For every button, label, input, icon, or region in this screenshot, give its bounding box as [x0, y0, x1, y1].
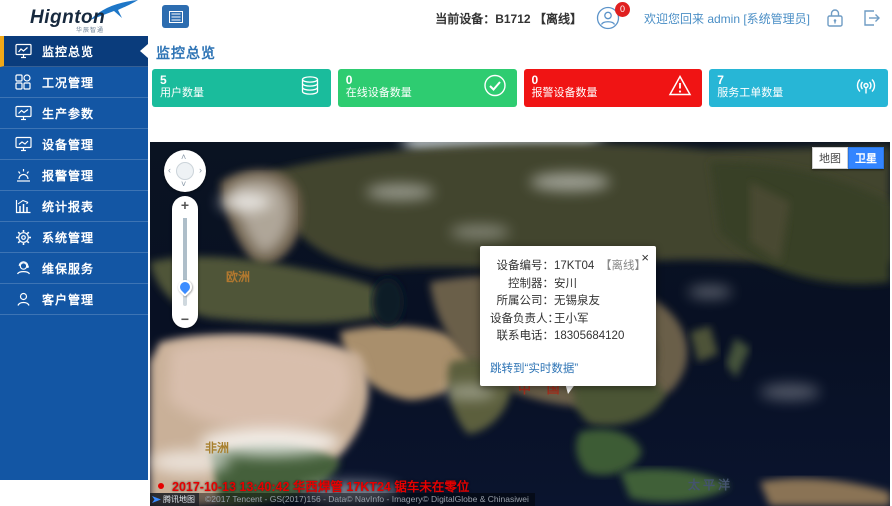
popup-row: 联系电话： 18305684120: [490, 328, 646, 346]
sidebar-item-working-condition[interactable]: 工况管理: [0, 67, 148, 98]
headset-person-icon: [14, 259, 32, 277]
pan-right-icon[interactable]: ›: [199, 166, 202, 175]
stat-cards: 5 用户数量 0 在线设备数量 0 报警设备数量 7 服务工单数量: [148, 69, 892, 107]
username: admin [系统管理员]: [707, 12, 810, 26]
alarm-lamp-icon: [14, 166, 32, 184]
sidebar-item-label: 统计报表: [42, 198, 94, 215]
lock-icon: [826, 8, 844, 28]
gear-icon: [14, 228, 32, 246]
map-pan-control[interactable]: ˄ ˅ ‹ ›: [164, 150, 206, 192]
popup-row-label: 设备负责人：: [490, 311, 554, 329]
map-type-map-button[interactable]: 地图: [812, 147, 848, 169]
card-service-orders[interactable]: 7 服务工单数量: [709, 69, 888, 107]
zoom-in-button[interactable]: +: [172, 196, 198, 214]
sidebar-item-label: 客户管理: [42, 291, 94, 308]
sidebar-item-maintenance-service[interactable]: 维保服务: [0, 253, 148, 284]
database-icon: [299, 75, 321, 102]
sidebar-item-system-management[interactable]: 系统管理: [0, 222, 148, 253]
device-monitor-icon: [14, 135, 32, 153]
sidebar-item-label: 监控总览: [42, 43, 94, 60]
main-content: 监控总览 5 用户数量 0 在线设备数量 0 报警设备数量 7 服务工单数量: [148, 36, 892, 480]
popup-row-value: 17KT04: [554, 258, 594, 276]
broadcast-icon: [854, 74, 878, 103]
page-title: 监控总览: [148, 36, 892, 69]
map-zoom-control: + −: [172, 196, 198, 328]
sidebar-item-statistics-report[interactable]: 统计报表: [0, 191, 148, 222]
popup-row-label: 设备编号：: [490, 258, 554, 276]
zoom-fill: [183, 218, 187, 288]
sidebar-item-label: 工况管理: [42, 74, 94, 91]
notification-badge: 0: [615, 2, 630, 17]
close-icon[interactable]: ×: [641, 251, 649, 264]
popup-row-value: 18305684120: [554, 328, 624, 346]
current-device-text: 当前设备：B1712: [435, 12, 530, 26]
welcome-text: 欢迎您回来 admin [系统管理员]: [644, 10, 810, 27]
welcome-prefix: 欢迎您回来: [644, 12, 704, 26]
device-info-popup: × 设备编号： 17KT04 【离线】 控制器： 安川 所属公司： 无锡泉友 设…: [480, 246, 656, 386]
zoom-slider-thumb[interactable]: [175, 277, 195, 297]
check-circle-icon: [483, 74, 507, 103]
warning-triangle-icon: [668, 75, 692, 102]
bar-chart-icon: [14, 197, 32, 215]
popup-row-label: 所属公司：: [490, 293, 554, 311]
map-type-satellite-button[interactable]: 卫星: [848, 147, 884, 169]
pan-center[interactable]: [176, 162, 194, 180]
logo: Hignton 华辰智通: [0, 0, 148, 36]
sidebar-nav: 监控总览 工况管理 生产参数 设备管理 报警管理 统计报表 系统管理: [0, 36, 148, 480]
popup-row-status: 【离线】: [600, 258, 646, 276]
top-header: Hignton 华辰智通 当前设备：B1712 【离线】 0 欢迎您回来 adm…: [0, 0, 892, 36]
notifications[interactable]: 0: [596, 6, 630, 30]
grid-icon: [14, 73, 32, 91]
logout-icon: [861, 8, 881, 28]
sidebar-item-label: 维保服务: [42, 260, 94, 277]
popup-row-label: 控制器：: [490, 276, 554, 294]
popup-row: 控制器： 安川: [490, 276, 646, 294]
tencent-map-icon: [152, 495, 161, 504]
sidebar-item-customer-management[interactable]: 客户管理: [0, 284, 148, 315]
logo-subtext: 华辰智通: [76, 25, 104, 34]
map-provider-name: 腾讯地图: [163, 494, 195, 505]
map-type-control: 地图 卫星: [812, 147, 884, 169]
sidebar-item-monitor-overview[interactable]: 监控总览: [0, 36, 148, 67]
popup-row: 所属公司： 无锡泉友: [490, 293, 646, 311]
zoom-track[interactable]: [183, 218, 187, 306]
alarm-dot-icon: [158, 483, 164, 489]
sidebar-item-label: 设备管理: [42, 136, 94, 153]
map-copyright-text: ©2017 Tencent - GS(2017)156 - Data© NavI…: [199, 493, 535, 506]
logout-button[interactable]: [860, 7, 882, 29]
popup-row-value: 无锡泉友: [554, 293, 600, 311]
sidebar-item-production-params[interactable]: 生产参数: [0, 98, 148, 129]
popup-row-value: 王小军: [554, 311, 589, 329]
pan-left-icon[interactable]: ‹: [168, 166, 171, 175]
sidebar-item-device-management[interactable]: 设备管理: [0, 129, 148, 160]
card-alarm-devices[interactable]: 0 报警设备数量: [524, 69, 703, 107]
zoom-out-button[interactable]: −: [172, 310, 198, 328]
realtime-data-link[interactable]: 跳转到“实时数据”: [490, 360, 578, 376]
production-monitor-icon: [14, 104, 32, 122]
sidebar-item-alarm-management[interactable]: 报警管理: [0, 160, 148, 191]
sidebar-item-label: 报警管理: [42, 167, 94, 184]
popup-row-value: 安川: [554, 276, 577, 294]
pan-up-icon[interactable]: ˄: [181, 153, 186, 162]
pan-down-icon[interactable]: ˅: [181, 180, 186, 189]
sidebar-toggle-button[interactable]: [162, 5, 189, 28]
lock-button[interactable]: [824, 7, 846, 29]
person-icon: [14, 290, 32, 308]
hamburger-icon: [169, 11, 183, 23]
map-provider-logo: 腾讯地图: [150, 493, 199, 506]
popup-row: 设备编号： 17KT04 【离线】: [490, 258, 646, 276]
world-map[interactable]: 欧洲 中 国 非洲 太平洋 ˄ ˅ ‹ › + − 地图 卫星 ×: [150, 142, 890, 506]
card-users[interactable]: 5 用户数量: [152, 69, 331, 107]
current-device: 当前设备：B1712 【离线】: [435, 10, 582, 27]
current-device-status: 【离线】: [534, 12, 582, 26]
sidebar-item-label: 生产参数: [42, 105, 94, 122]
popup-row-label: 联系电话：: [490, 328, 554, 346]
popup-row: 设备负责人： 王小军: [490, 311, 646, 329]
sidebar-item-label: 系统管理: [42, 229, 94, 246]
monitor-overview-icon: [14, 42, 32, 60]
map-attribution: 腾讯地图 ©2017 Tencent - GS(2017)156 - Data©…: [150, 493, 535, 506]
card-online-devices[interactable]: 0 在线设备数量: [338, 69, 517, 107]
